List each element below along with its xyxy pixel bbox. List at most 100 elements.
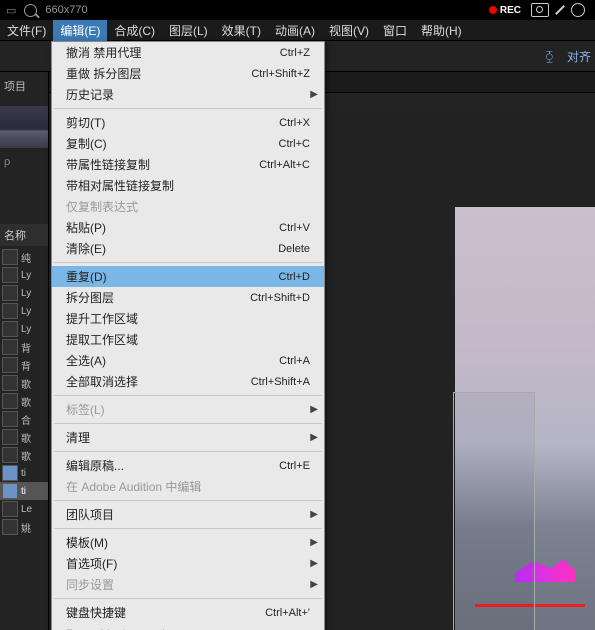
menu-item[interactable]: 带属性链接复制Ctrl+Alt+C bbox=[52, 154, 324, 175]
snap-label[interactable]: 对齐 bbox=[567, 48, 591, 65]
menu-item[interactable]: 清除(E)Delete bbox=[52, 238, 324, 259]
menu-item-label: Paste Mocha mask bbox=[66, 627, 310, 630]
menu-separator bbox=[54, 262, 322, 263]
menu-item[interactable]: 提取工作区域 bbox=[52, 329, 324, 350]
menu-layer[interactable]: 图层(L) bbox=[162, 20, 215, 41]
asset-item[interactable]: 歌 bbox=[0, 374, 48, 392]
record-dot-icon bbox=[489, 6, 497, 14]
menu-item[interactable]: 模板(M)▶ bbox=[52, 532, 324, 553]
asset-item[interactable]: 背 bbox=[0, 356, 48, 374]
edit-menu-dropdown: 撤消 禁用代理Ctrl+Z重做 拆分图层Ctrl+Shift+Z历史记录▶剪切(… bbox=[51, 41, 325, 630]
asset-item[interactable]: 歌 bbox=[0, 428, 48, 446]
name-column-header[interactable]: 名称 bbox=[0, 224, 48, 246]
menu-separator bbox=[54, 108, 322, 109]
menu-item[interactable]: 重做 拆分图层Ctrl+Shift+Z bbox=[52, 63, 324, 84]
menu-item-shortcut: Ctrl+Shift+Z bbox=[251, 68, 310, 80]
search-text[interactable]: 660x770 bbox=[45, 4, 87, 16]
selection-bounding-box[interactable] bbox=[453, 392, 535, 630]
menu-item[interactable]: 撤消 禁用代理Ctrl+Z bbox=[52, 42, 324, 63]
asset-item[interactable]: Le bbox=[0, 500, 48, 518]
menu-separator bbox=[54, 395, 322, 396]
asset-swatch-icon bbox=[2, 393, 18, 409]
menu-help[interactable]: 帮助(H) bbox=[414, 20, 469, 41]
asset-label: 纯 bbox=[21, 250, 31, 265]
menu-item[interactable]: 重复(D)Ctrl+D bbox=[52, 266, 324, 287]
asset-item[interactable]: 合 bbox=[0, 410, 48, 428]
menu-item[interactable]: 拆分图层Ctrl+Shift+D bbox=[52, 287, 324, 308]
menu-item-shortcut: Ctrl+D bbox=[279, 271, 310, 283]
project-panel: 项目 ρ 名称 纯LyLyLyLy背背歌歌合歌歌titiLe姚 bbox=[0, 72, 49, 630]
asset-item[interactable]: 歌 bbox=[0, 392, 48, 410]
menu-item[interactable]: 带相对属性链接复制 bbox=[52, 175, 324, 196]
menu-composition[interactable]: 合成(C) bbox=[107, 20, 162, 41]
project-tab[interactable]: 项目 bbox=[0, 72, 48, 100]
menu-item-label: 编辑原稿... bbox=[66, 457, 279, 474]
menu-item[interactable]: 剪切(T)Ctrl+X bbox=[52, 112, 324, 133]
menu-item[interactable]: 清理▶ bbox=[52, 427, 324, 448]
asset-label: Le bbox=[21, 504, 32, 515]
asset-swatch-icon bbox=[2, 429, 18, 445]
camera-icon[interactable] bbox=[531, 3, 549, 17]
project-thumbnail[interactable] bbox=[0, 106, 48, 148]
menu-window[interactable]: 窗口 bbox=[376, 20, 414, 41]
menu-item-label: 全选(A) bbox=[66, 352, 279, 369]
search-icon[interactable] bbox=[24, 4, 37, 17]
menu-item: 标签(L)▶ bbox=[52, 399, 324, 420]
menu-item-label: 重做 拆分图层 bbox=[66, 65, 251, 82]
menu-edit[interactable]: 编辑(E) bbox=[53, 20, 107, 41]
asset-item[interactable]: 背 bbox=[0, 338, 48, 356]
menu-item[interactable]: 复制(C)Ctrl+C bbox=[52, 133, 324, 154]
menu-item[interactable]: 编辑原稿...Ctrl+E bbox=[52, 455, 324, 476]
asset-item[interactable]: 歌 bbox=[0, 446, 48, 464]
asset-swatch-icon bbox=[2, 357, 18, 373]
asset-swatch-icon bbox=[2, 411, 18, 427]
asset-item[interactable]: Ly bbox=[0, 320, 48, 338]
menu-item-label: 历史记录 bbox=[66, 86, 310, 103]
menu-effect[interactable]: 效果(T) bbox=[215, 20, 268, 41]
asset-label: 姚 bbox=[21, 520, 31, 535]
menu-file[interactable]: 文件(F) bbox=[0, 20, 53, 41]
asset-item[interactable]: 纯 bbox=[0, 248, 48, 266]
menu-item[interactable]: 首选项(F)▶ bbox=[52, 553, 324, 574]
menu-view[interactable]: 视图(V) bbox=[322, 20, 376, 41]
menu-item-label: 全部取消选择 bbox=[66, 373, 251, 390]
asset-list: 纯LyLyLyLy背背歌歌合歌歌titiLe姚 bbox=[0, 246, 48, 536]
asset-item[interactable]: Ly bbox=[0, 266, 48, 284]
menu-item[interactable]: 键盘快捷键Ctrl+Alt+' bbox=[52, 602, 324, 623]
asset-item[interactable]: ti bbox=[0, 464, 48, 482]
menu-item-shortcut: Ctrl+C bbox=[279, 138, 310, 150]
magnet-icon[interactable]: ⧲ bbox=[546, 49, 553, 64]
asset-label: ti bbox=[21, 468, 26, 479]
menu-item-label: 复制(C) bbox=[66, 135, 279, 152]
menu-item[interactable]: 全部取消选择Ctrl+Shift+A bbox=[52, 371, 324, 392]
menu-item[interactable]: 团队项目▶ bbox=[52, 504, 324, 525]
asset-item[interactable]: ti bbox=[0, 482, 48, 500]
menu-item-label: 撤消 禁用代理 bbox=[66, 44, 280, 61]
menu-item-label: 提升工作区域 bbox=[66, 310, 310, 327]
menu-animation[interactable]: 动画(A) bbox=[268, 20, 322, 41]
asset-item[interactable]: 姚 bbox=[0, 518, 48, 536]
menu-separator bbox=[54, 598, 322, 599]
menu-item[interactable]: 历史记录▶ bbox=[52, 84, 324, 105]
asset-label: ti bbox=[21, 486, 26, 497]
asset-item[interactable]: Ly bbox=[0, 284, 48, 302]
asset-swatch-icon bbox=[2, 465, 18, 481]
search-rho-icon[interactable]: ρ bbox=[4, 156, 10, 168]
menu-item-label: 首选项(F) bbox=[66, 555, 310, 572]
menu-item-label: 标签(L) bbox=[66, 401, 310, 418]
asset-swatch-icon bbox=[2, 447, 18, 463]
menu-item[interactable]: 全选(A)Ctrl+A bbox=[52, 350, 324, 371]
asset-swatch-icon bbox=[2, 519, 18, 535]
menu-item[interactable]: 粘贴(P)Ctrl+V bbox=[52, 217, 324, 238]
settings-icon[interactable] bbox=[571, 3, 585, 17]
menu-item-label: 仅复制表达式 bbox=[66, 198, 310, 215]
menu-bar: 文件(F) 编辑(E) 合成(C) 图层(L) 效果(T) 动画(A) 视图(V… bbox=[0, 20, 595, 41]
menu-item: 同步设置▶ bbox=[52, 574, 324, 595]
menu-item[interactable]: 提升工作区域 bbox=[52, 308, 324, 329]
record-label: REC bbox=[500, 5, 521, 16]
asset-swatch-icon bbox=[2, 375, 18, 391]
menu-item-shortcut: Ctrl+E bbox=[279, 460, 310, 472]
menu-item-label: 清除(E) bbox=[66, 240, 278, 257]
pencil-icon[interactable] bbox=[555, 5, 565, 15]
asset-item[interactable]: Ly bbox=[0, 302, 48, 320]
